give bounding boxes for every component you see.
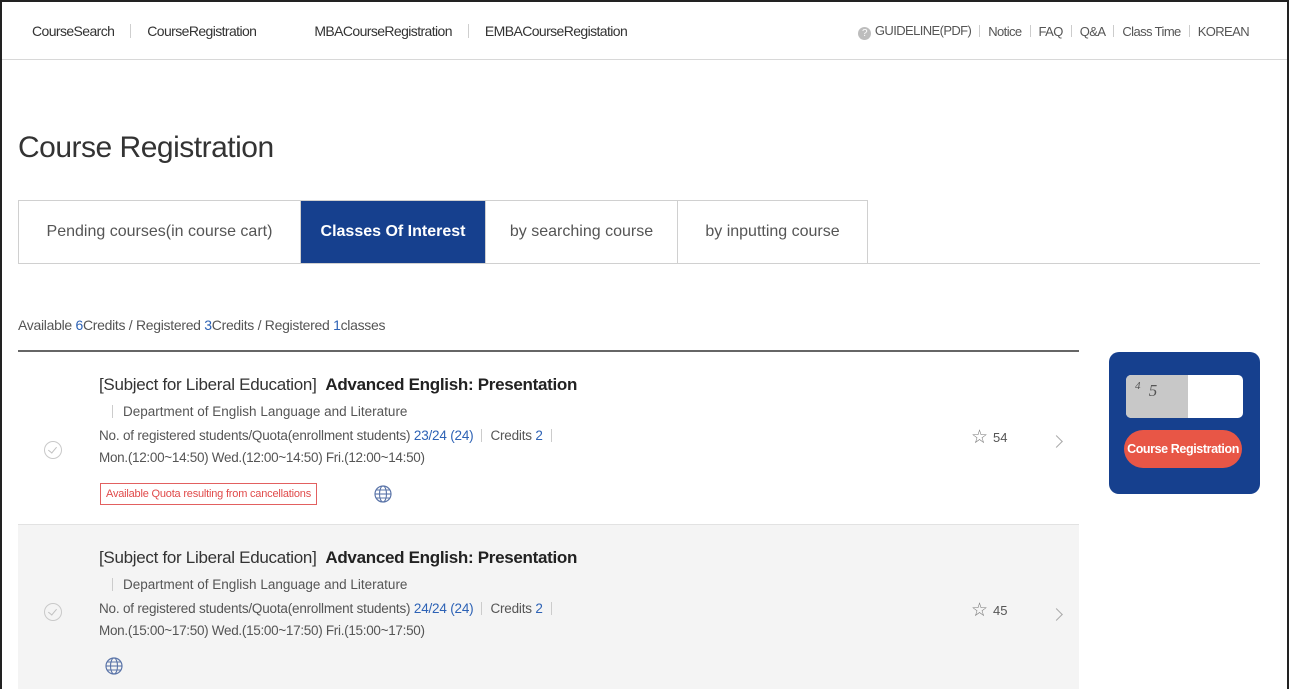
faq-link[interactable]: FAQ: [1031, 24, 1071, 39]
separator: [550, 429, 552, 442]
separator: [112, 578, 113, 591]
utility-menu: ? GUIDELINE(PDF) Notice FAQ Q&A Class Tim…: [850, 2, 1257, 60]
tab-by-searching-course[interactable]: by searching course: [486, 201, 678, 263]
course-name: Advanced English: Presentation: [325, 548, 578, 567]
tabs-divider: [867, 263, 1260, 264]
star-count: 45: [993, 603, 1008, 618]
quick-registration-panel: 4 5 Course Registration: [1109, 352, 1260, 494]
course-category: [Subject for Liberal Education]: [99, 548, 317, 567]
interest-star-button[interactable]: ☆ 45: [971, 601, 1008, 620]
department-name: Department of English Language and Liter…: [123, 577, 408, 592]
qna-link[interactable]: Q&A: [1072, 24, 1114, 39]
select-checkbox[interactable]: [44, 603, 62, 621]
course-row: [Subject for Liberal Education] Advanced…: [18, 352, 1079, 525]
enrollment-label: No. of registered students/Quota(enrollm…: [99, 601, 411, 616]
credit-summary: Available 6Credits / Registered 3Credits…: [18, 317, 385, 333]
chevron-right-icon[interactable]: [1050, 608, 1063, 621]
interest-star-button[interactable]: ☆ 54: [971, 428, 1008, 447]
tab-pending-courses[interactable]: Pending courses(in course cart): [19, 201, 301, 263]
credits-label: Credits / Registered: [82, 317, 205, 333]
department: Department of English Language and Liter…: [99, 577, 407, 592]
separator: [481, 429, 483, 442]
star-icon: ☆: [971, 600, 989, 621]
quota-available-badge: Available Quota resulting from cancellat…: [100, 483, 318, 505]
available-label: Available: [18, 317, 76, 333]
nav-separator: [130, 24, 132, 38]
tab-by-inputting-course[interactable]: by inputting course: [678, 201, 868, 263]
department: Department of English Language and Liter…: [99, 404, 407, 419]
course-registration-button[interactable]: Course Registration: [1124, 430, 1242, 468]
credits-label: Credits: [490, 428, 532, 443]
nav-course-search[interactable]: CourseSearch: [32, 23, 115, 39]
globe-icon[interactable]: [104, 656, 124, 676]
captcha-digit: 5: [1148, 381, 1160, 400]
captcha-digit: 4: [1135, 380, 1143, 392]
class-schedule: Mon.(15:00~17:50) Wed.(15:00~17:50) Fri.…: [99, 623, 425, 638]
registration-tabs: Pending courses(in course cart) Classes …: [18, 200, 868, 264]
help-icon: ?: [857, 26, 871, 40]
registered-classes: 1: [333, 317, 341, 333]
captcha-input[interactable]: 4 5: [1126, 375, 1243, 418]
enrollment-info: No. of registered students/Quota(enrollm…: [99, 428, 560, 443]
course-category: [Subject for Liberal Education]: [99, 375, 317, 394]
separator: [112, 405, 113, 418]
class-time-link[interactable]: Class Time: [1114, 24, 1188, 39]
nav-course-registration[interactable]: CourseRegistration: [147, 23, 257, 39]
select-checkbox[interactable]: [44, 441, 62, 459]
globe-icon[interactable]: [373, 484, 393, 504]
captcha-code: 4 5: [1135, 380, 1159, 401]
classes-label: classes: [340, 317, 386, 333]
guideline-pdf-link[interactable]: ? GUIDELINE(PDF): [850, 23, 979, 40]
captcha-image: 4 5: [1126, 375, 1188, 418]
enrollment-info: No. of registered students/Quota(enrollm…: [99, 601, 560, 616]
top-navigation: CourseSearch CourseRegistration MBACours…: [2, 2, 1287, 60]
credits-label: Credits / Registered: [211, 317, 334, 333]
course-row: [Subject for Liberal Education] Advanced…: [18, 525, 1079, 689]
star-icon: ☆: [971, 427, 989, 448]
course-name: Advanced English: Presentation: [325, 375, 578, 394]
page-title: Course Registration: [18, 131, 274, 164]
separator: [481, 602, 483, 615]
star-count: 54: [993, 430, 1008, 445]
korean-language-link[interactable]: KOREAN: [1190, 24, 1257, 39]
nav-mba-course-registration[interactable]: MBACourseRegistration: [314, 23, 452, 39]
class-schedule: Mon.(12:00~14:50) Wed.(12:00~14:50) Fri.…: [99, 450, 425, 465]
credits-value: 2: [535, 601, 543, 616]
course-title: [Subject for Liberal Education] Advanced…: [99, 548, 577, 568]
enrollment-label: No. of registered students/Quota(enrollm…: [99, 428, 411, 443]
tab-classes-of-interest[interactable]: Classes Of Interest: [301, 201, 486, 263]
nav-separator: [467, 24, 469, 38]
main-menu: CourseSearch CourseRegistration MBACours…: [2, 2, 628, 60]
enrollment-value: 23/24 (24): [413, 428, 474, 443]
chevron-right-icon[interactable]: [1050, 435, 1063, 448]
guideline-label: GUIDELINE(PDF): [874, 22, 972, 38]
enrollment-value: 24/24 (24): [413, 601, 474, 616]
credits-label: Credits: [490, 601, 532, 616]
registered-credits: 3: [204, 317, 212, 333]
separator: [550, 602, 552, 615]
notice-link[interactable]: Notice: [980, 24, 1029, 39]
nav-emba-course-registration[interactable]: EMBACourseRegistation: [485, 23, 628, 39]
course-title: [Subject for Liberal Education] Advanced…: [99, 375, 577, 395]
department-name: Department of English Language and Liter…: [123, 404, 408, 419]
available-credits: 6: [75, 317, 83, 333]
credits-value: 2: [535, 428, 543, 443]
